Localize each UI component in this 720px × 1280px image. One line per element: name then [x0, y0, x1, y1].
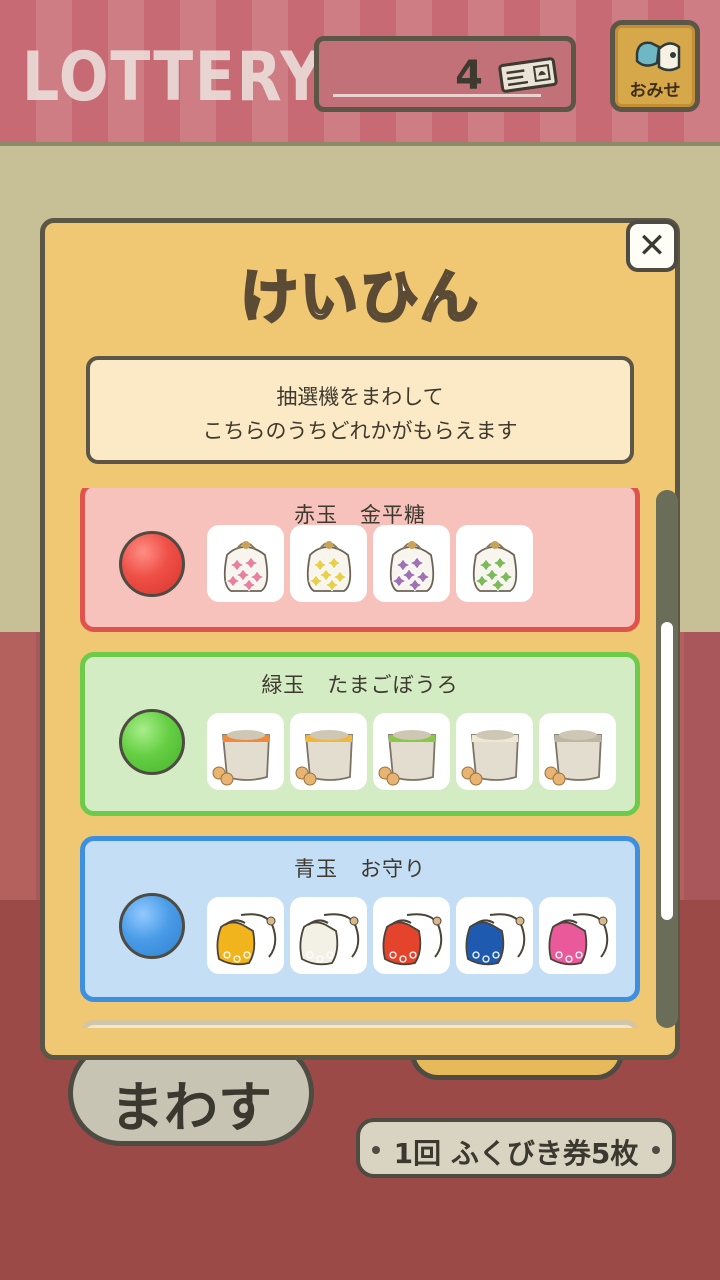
blue-ball-icon [119, 893, 185, 959]
shop-bag-icon [635, 41, 681, 72]
description-line-2: こちらのうちどれかがもらえます [202, 419, 518, 443]
prize-row-name: 緑玉 たまごぼうろ [261, 673, 459, 697]
bolo-green-icon [373, 713, 450, 790]
omamori-red-icon [373, 897, 450, 974]
konpeito-pink-icon [207, 525, 284, 602]
konpeito-purple-icon [373, 525, 450, 602]
dialog-description: 抽選機をまわして こちらのうちどれかがもらえます [86, 356, 634, 464]
ticket-underline [333, 94, 541, 97]
bolo-gray-icon [539, 713, 616, 790]
prize-items [207, 525, 533, 602]
bolo-yellow-icon [290, 713, 367, 790]
prize-items [207, 897, 616, 974]
shop-button[interactable]: おみせ [610, 20, 700, 112]
lottery-title: LOTTERY [22, 38, 325, 117]
omamori-pink-icon [539, 897, 616, 974]
description-line-1: 抽選機をまわして [276, 385, 444, 409]
prize-row-red: 赤玉 金平糖 [80, 488, 640, 632]
scrollbar-thumb[interactable] [661, 622, 673, 920]
cost-dot-right [652, 1146, 660, 1154]
prize-row-blue: 青玉 お守り [80, 836, 640, 1002]
ticket-counter: 4 [314, 36, 576, 112]
prize-row-green: 緑玉 たまごぼうろ [80, 652, 640, 816]
ticket-count: 4 [455, 53, 483, 99]
spin-button-label: まわす [110, 1076, 272, 1139]
bolo-orange-icon [207, 713, 284, 790]
red-ball-icon [119, 531, 185, 597]
cost-label: 1回 ふくびき券5枚 [393, 1137, 639, 1170]
prize-items [207, 713, 616, 790]
omamori-blue-icon [456, 897, 533, 974]
dialog-title: けいひん [238, 262, 480, 333]
cost-badge: 1回 ふくびき券5枚 [356, 1118, 676, 1178]
bolo-white-icon [456, 713, 533, 790]
shop-label: おみせ [629, 81, 681, 101]
omamori-white-icon [290, 897, 367, 974]
prize-row-name: 青玉 お守り [294, 857, 426, 881]
green-ball-icon [119, 709, 185, 775]
konpeito-yellow-icon [290, 525, 367, 602]
omamori-yellow-icon [207, 897, 284, 974]
ticket-icon [498, 57, 558, 93]
prize-row-next [80, 1020, 640, 1028]
prize-list[interactable]: 赤玉 金平糖 緑玉 たまごぼうろ 青玉 お守り [78, 488, 644, 1028]
konpeito-green-icon [456, 525, 533, 602]
